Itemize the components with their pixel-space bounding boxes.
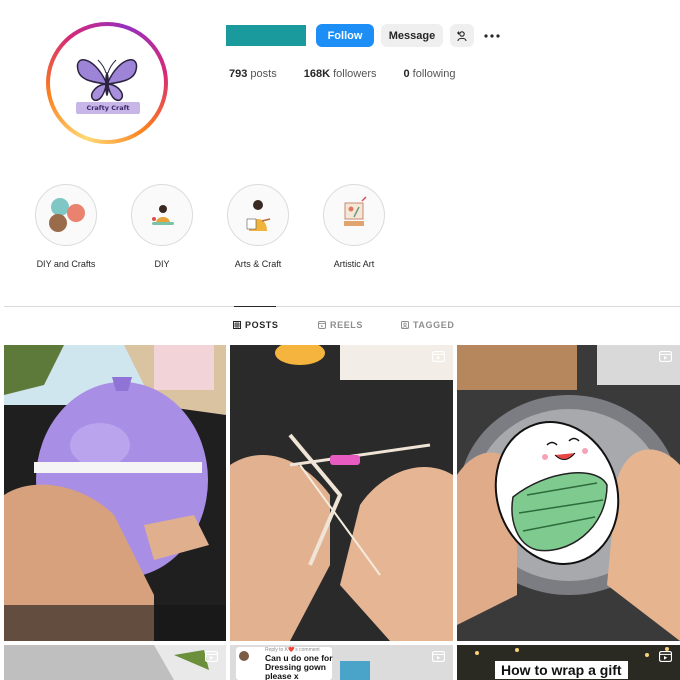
balloon-craft-image (4, 345, 226, 641)
highlight-cover (131, 184, 193, 246)
active-tab-indicator (234, 306, 276, 307)
profile-stats: 793 posts 168K followers 0 following (229, 68, 482, 80)
reel-badge-icon (432, 351, 445, 362)
profile-tabs: POSTS REELS TAGGED (0, 320, 680, 334)
profile-avatar[interactable]: Crafty Craft (46, 22, 168, 144)
reel-badge-icon (659, 351, 672, 362)
ellipsis-icon (484, 33, 500, 38)
craft-image (4, 645, 226, 680)
tab-posts[interactable]: POSTS (233, 320, 279, 330)
reel-badge-icon (205, 651, 218, 662)
highlight-cover (323, 184, 385, 246)
post-thumbnail[interactable]: Reply to K❤️'s comment Can u do one for … (230, 645, 453, 680)
cotton-swab-bow-image (230, 345, 453, 641)
butterfly-logo-icon (76, 59, 138, 102)
highlight-label: Arts & Craft (234, 259, 282, 269)
avatar-image: Crafty Craft (50, 26, 164, 140)
post-thumbnail[interactable] (230, 345, 453, 641)
tab-reels[interactable]: REELS (318, 320, 363, 330)
post-thumbnail[interactable] (4, 645, 226, 680)
yarn-balls-icon (49, 198, 85, 232)
reply-comment-text: Can u do one for Dressing gown please x (265, 653, 333, 680)
highlight-cover (35, 184, 97, 246)
highlight-label: DIY (154, 259, 170, 269)
crafting-person-icon (152, 205, 174, 225)
highlight-label: Artistic Art (333, 259, 375, 269)
person-add-icon (457, 30, 467, 41)
followers-count[interactable]: 168K followers (304, 68, 377, 80)
avatar-brand-label: Crafty Craft (76, 102, 140, 114)
username-redacted[interactable] (226, 25, 306, 46)
follow-button[interactable]: Follow (316, 24, 374, 47)
highlight-diy[interactable]: DIY (123, 184, 201, 269)
section-divider (4, 306, 680, 307)
fabric-image (340, 661, 370, 680)
tagged-icon (401, 321, 409, 329)
message-button[interactable]: Message (381, 24, 443, 47)
posts-count: 793 posts (229, 68, 277, 80)
post-thumbnail[interactable]: How to wrap a gift (457, 645, 680, 680)
suggest-accounts-button[interactable] (450, 24, 474, 47)
highlight-arts-and-craft[interactable]: Arts & Craft (219, 184, 297, 269)
grid-icon (233, 321, 241, 329)
artist-person-icon (246, 200, 271, 231)
tab-posts-label: POSTS (245, 320, 279, 330)
post-thumbnail[interactable] (4, 345, 226, 641)
easel-icon (344, 196, 367, 226)
post-thumbnail[interactable] (457, 345, 680, 641)
avatar (239, 651, 249, 661)
reels-icon (318, 321, 326, 329)
highlight-label: DIY and Crafts (36, 259, 96, 269)
following-count[interactable]: 0 following (403, 68, 455, 80)
more-options-button[interactable] (482, 24, 502, 47)
comment-reply-card: Reply to K❤️'s comment Can u do one for … (236, 647, 333, 680)
tab-tagged[interactable]: TAGGED (401, 320, 454, 330)
reel-caption: How to wrap a gift (495, 661, 628, 679)
tab-reels-label: REELS (330, 320, 364, 330)
reel-badge-icon (432, 651, 445, 662)
highlight-artistic-art[interactable]: Artistic Art (315, 184, 393, 269)
highlight-cover (227, 184, 289, 246)
highlight-diy-and-crafts[interactable]: DIY and Crafts (27, 184, 105, 269)
tab-tagged-label: TAGGED (413, 320, 455, 330)
paper-baby-craft-image (457, 345, 680, 641)
reel-badge-icon (659, 651, 672, 662)
